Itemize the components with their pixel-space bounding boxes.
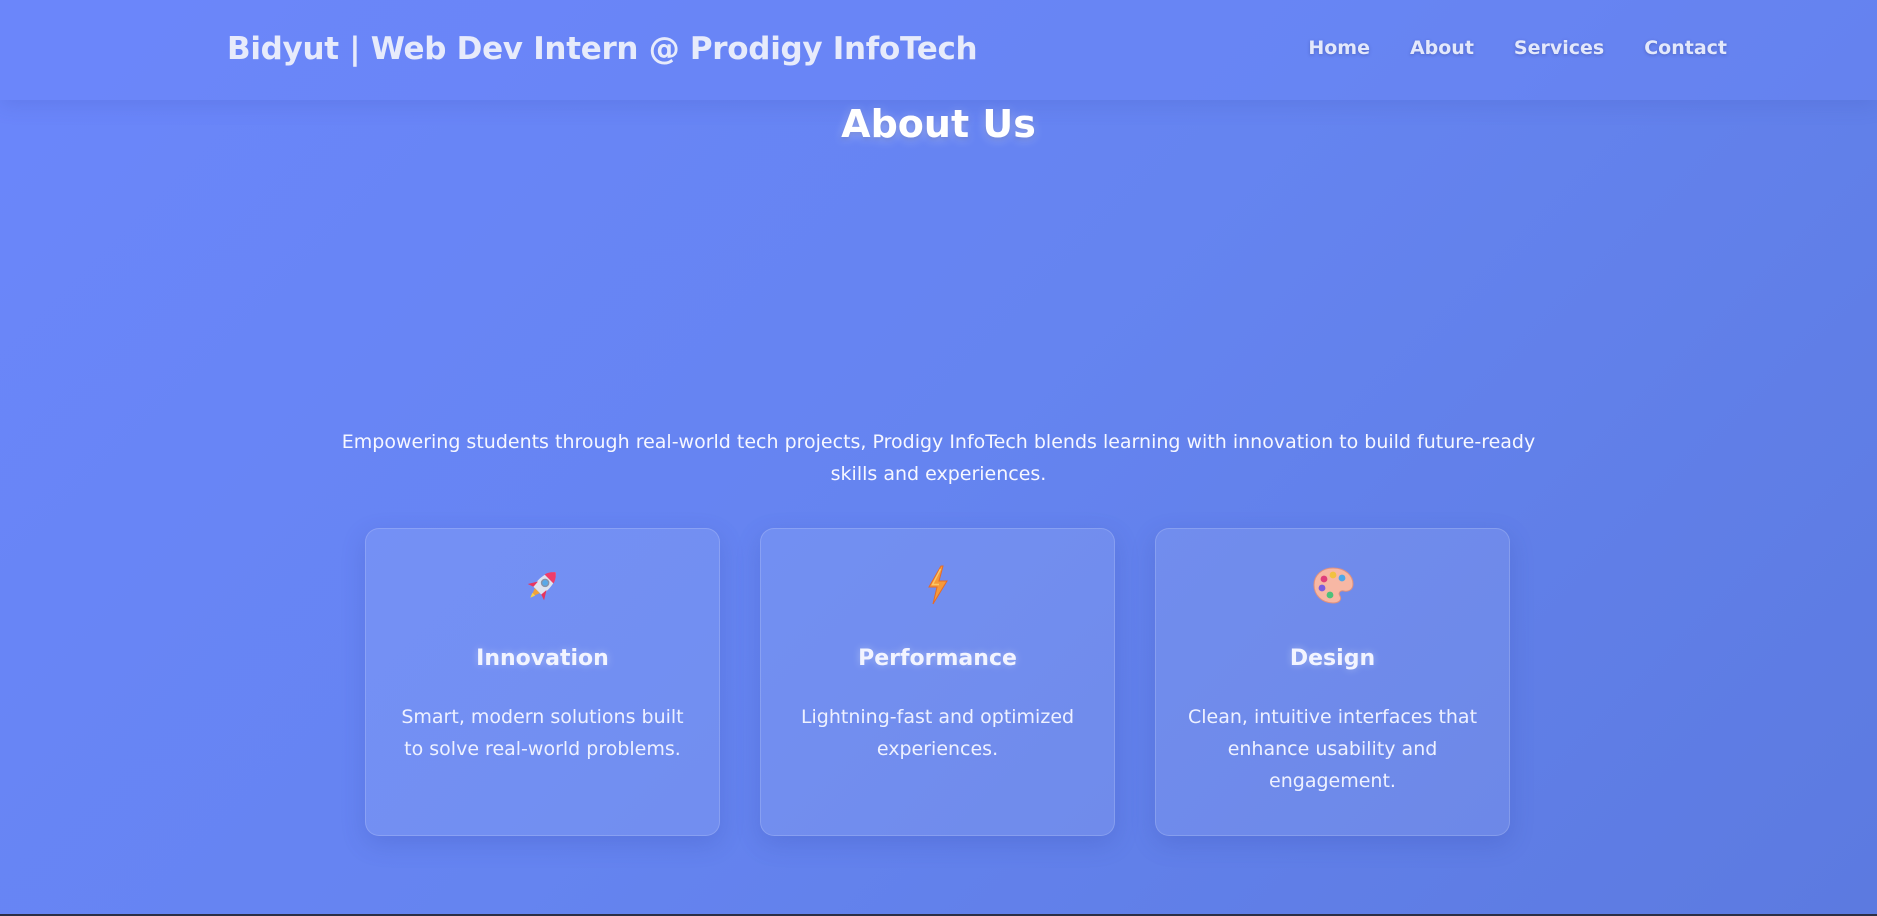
rocket-icon xyxy=(366,563,719,607)
site-header: Bidyut | Web Dev Intern @ Prodigy InfoTe… xyxy=(0,0,1877,100)
feature-card-innovation: Innovation Smart, modern solutions built… xyxy=(365,528,720,836)
feature-cards: Innovation Smart, modern solutions built… xyxy=(365,528,1510,836)
lightning-icon xyxy=(761,563,1114,607)
card-description: Lightning-fast and optimized experiences… xyxy=(800,706,1075,760)
intro-text: Empowering students through real-world t… xyxy=(341,431,1536,485)
brand-title[interactable]: Bidyut | Web Dev Intern @ Prodigy InfoTe… xyxy=(227,31,978,67)
main-nav: Home About Services Contact xyxy=(1308,37,1727,59)
nav-services-link[interactable]: Services xyxy=(1514,37,1604,59)
card-title: Design xyxy=(1289,646,1376,671)
card-title: Performance xyxy=(858,646,1017,671)
nav-about-link[interactable]: About xyxy=(1410,37,1474,59)
nav-contact-link[interactable]: Contact xyxy=(1644,37,1727,59)
card-title: Innovation xyxy=(476,646,609,671)
nav-home-link[interactable]: Home xyxy=(1308,37,1370,59)
feature-card-design: Design Clean, intuitive interfaces that … xyxy=(1155,528,1510,836)
card-description: Clean, intuitive interfaces that enhance… xyxy=(1187,706,1478,792)
card-description: Smart, modern solutions built to solve r… xyxy=(401,706,684,760)
palette-icon xyxy=(1156,563,1509,607)
section-title: About Us xyxy=(841,102,1036,146)
feature-card-performance: Performance Lightning-fast and optimized… xyxy=(760,528,1115,836)
